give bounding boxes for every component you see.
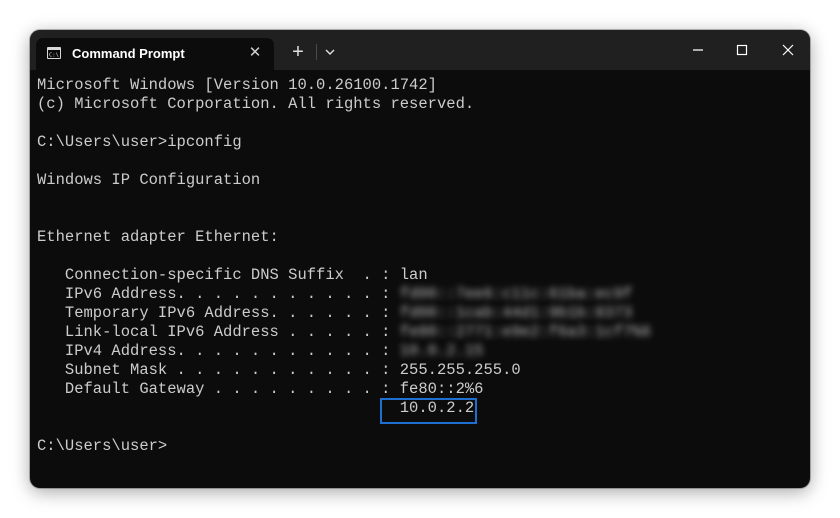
link-local-label: Link-local IPv6 Address . . . . . : [37, 323, 400, 341]
prompt-line-2: C:\Users\user> [37, 437, 168, 455]
ipv4-line: IPv4 Address. . . . . . . . . . . : 10.0… [37, 342, 807, 361]
new-tab-button[interactable]: + [287, 41, 309, 63]
temp-ipv6-line: Temporary IPv6 Address. . . . . . : fd00… [37, 304, 807, 323]
adapter-header: Ethernet adapter Ethernet: [37, 228, 279, 246]
copyright-line: (c) Microsoft Corporation. All rights re… [37, 95, 475, 113]
ipv6-value-redacted: fd00::7ee6:c11c:61ba:ec9f [399, 285, 633, 303]
link-local-value-redacted: fe80::2771:e9e2:f6a3:1cf7%6 [399, 323, 651, 341]
gateway-highlight-box [380, 398, 477, 424]
tab-command-prompt[interactable]: C:\ Command Prompt ✕ [36, 38, 274, 70]
tab-close-icon[interactable]: ✕ [245, 43, 265, 63]
prompt-line: C:\Users\user>ipconfig [37, 133, 242, 151]
ipv6-line: IPv6 Address. . . . . . . . . . . : fd00… [37, 285, 807, 304]
temp-ipv6-label: Temporary IPv6 Address. . . . . . : [37, 304, 400, 322]
ipv6-label: IPv6 Address. . . . . . . . . . . : [37, 285, 400, 303]
title-bar[interactable]: C:\ Command Prompt ✕ + [30, 30, 810, 70]
chevron-down-icon[interactable] [320, 42, 340, 62]
ipv4-label: IPv4 Address. . . . . . . . . . . : [37, 342, 400, 360]
temp-ipv6-value-redacted: fd00::1cab:44d1:9b1b:8373 [399, 304, 633, 322]
terminal-output[interactable]: Microsoft Windows [Version 10.0.26100.17… [37, 76, 807, 486]
tab-divider [316, 44, 317, 60]
maximize-icon[interactable] [730, 38, 754, 62]
command-prompt-window: C:\ Command Prompt ✕ + Microsoft Windows… [30, 30, 810, 488]
minimize-icon[interactable] [686, 38, 710, 62]
gateway-line: Default Gateway . . . . . . . . . : fe80… [37, 380, 484, 398]
version-line: Microsoft Windows [Version 10.0.26100.17… [37, 76, 437, 94]
dns-suffix-line: Connection-specific DNS Suffix . : lan [37, 266, 428, 284]
command-prompt-icon: C:\ [47, 47, 61, 59]
ipconfig-header: Windows IP Configuration [37, 171, 261, 189]
tab-title: Command Prompt [72, 46, 185, 61]
subnet-line: Subnet Mask . . . . . . . . . . . : 255.… [37, 361, 521, 379]
svg-text:C:\: C:\ [49, 53, 59, 59]
link-local-line: Link-local IPv6 Address . . . . . : fe80… [37, 323, 807, 342]
close-icon[interactable] [776, 38, 800, 62]
ipv4-value-redacted: 10.0.2.15 [399, 342, 484, 360]
